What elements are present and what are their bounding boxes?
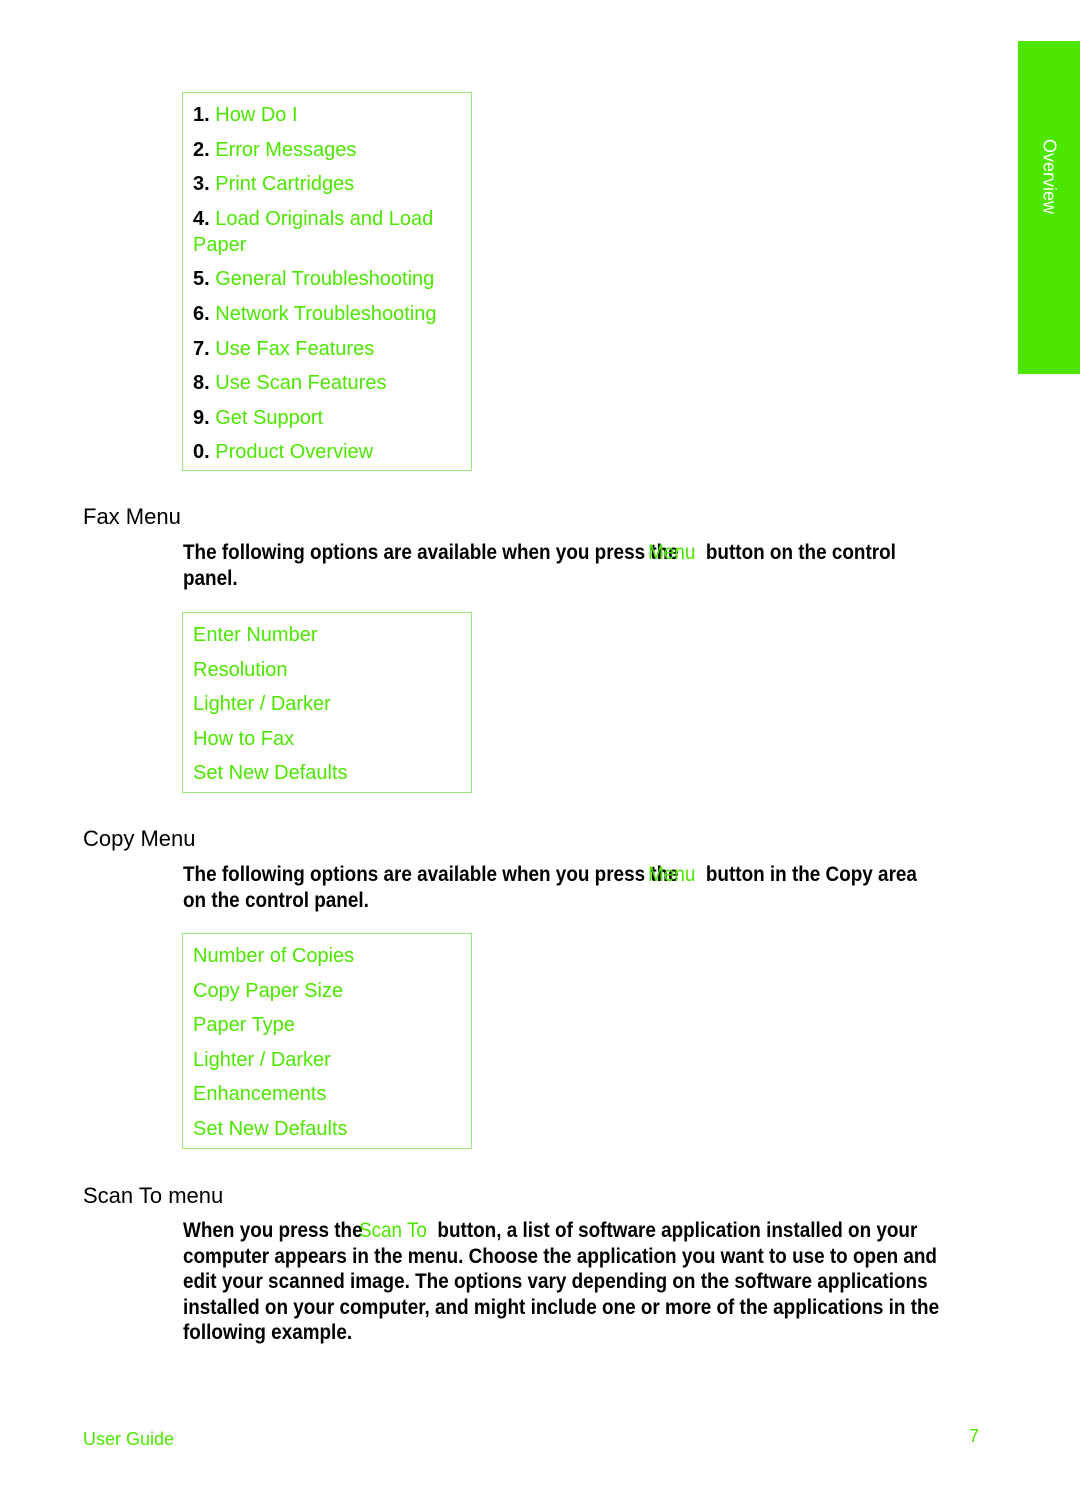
fax-menu-box: Enter Number Resolution Lighter / Darker… xyxy=(182,612,472,793)
link-fax-features[interactable]: Use Fax Features xyxy=(215,338,374,360)
link-network-troubleshooting[interactable]: Network Troubleshooting xyxy=(215,303,436,325)
fax-item-resolution[interactable]: Resolution xyxy=(183,657,471,683)
link-print-cartridges[interactable]: Print Cartridges xyxy=(215,173,354,195)
link-error-messages[interactable]: Error Messages xyxy=(215,139,356,161)
menu-item-fax-features[interactable]: 7. Use Fax Features xyxy=(183,336,471,362)
copy-menu-box: Number of Copies Copy Paper Size Paper T… xyxy=(182,933,472,1149)
scan-menu-description: When you press theScan To button, a list… xyxy=(183,1219,940,1344)
contents-menu-box: 1. How Do I 2. Error Messages 3. Print C… xyxy=(182,92,472,471)
copy-item-paper-size[interactable]: Copy Paper Size xyxy=(183,978,471,1004)
menu-item-product-overview[interactable]: 0. Product Overview xyxy=(183,439,471,465)
menu-item-error-messages[interactable]: 2. Error Messages xyxy=(183,137,471,163)
menu-item-scan-features[interactable]: 8. Use Scan Features xyxy=(183,370,471,396)
fax-menu-description: The following options are available when… xyxy=(183,541,896,590)
scan-to-button-ref: Scan To xyxy=(358,1219,427,1242)
copy-item-enhancements[interactable]: Enhancements xyxy=(183,1081,471,1107)
copy-item-set-new-defaults[interactable]: Set New Defaults xyxy=(183,1116,471,1142)
link-load-originals[interactable]: Load Originals and Load Paper xyxy=(193,208,433,256)
fax-item-set-new-defaults[interactable]: Set New Defaults xyxy=(183,760,471,786)
side-tab-label: Overview xyxy=(1039,138,1060,215)
menu-button-ref: Menu xyxy=(648,541,696,564)
menu-item-how-do-i[interactable]: 1. How Do I xyxy=(183,102,471,128)
link-general-troubleshooting[interactable]: General Troubleshooting xyxy=(215,268,434,290)
link-how-do-i[interactable]: How Do I xyxy=(215,104,297,126)
link-product-overview[interactable]: Product Overview xyxy=(215,441,373,463)
menu-item-network-troubleshooting[interactable]: 6. Network Troubleshooting xyxy=(183,301,471,327)
fax-item-lighter-darker[interactable]: Lighter / Darker xyxy=(183,691,471,717)
copy-item-paper-type[interactable]: Paper Type xyxy=(183,1012,471,1038)
copy-item-number-of-copies[interactable]: Number of Copies xyxy=(183,943,471,969)
fax-item-how-to-fax[interactable]: How to Fax xyxy=(183,726,471,752)
menu-item-print-cartridges[interactable]: 3. Print Cartridges xyxy=(183,171,471,197)
copy-item-lighter-darker[interactable]: Lighter / Darker xyxy=(183,1047,471,1073)
fax-menu-heading: Fax Menu xyxy=(83,504,181,529)
menu-button-ref: Menu xyxy=(648,863,696,886)
chapter-side-tab[interactable]: Overview xyxy=(1018,41,1080,374)
link-get-support[interactable]: Get Support xyxy=(215,407,323,429)
footer-guide-title: User Guide xyxy=(83,1429,175,1449)
page-number: 7 xyxy=(969,1426,980,1446)
menu-item-get-support[interactable]: 9. Get Support xyxy=(183,405,471,431)
menu-item-general-troubleshooting[interactable]: 5. General Troubleshooting xyxy=(183,266,471,292)
copy-menu-description: The following options are available when… xyxy=(183,863,917,912)
scan-menu-heading: Scan To menu xyxy=(83,1183,224,1208)
copy-menu-heading: Copy Menu xyxy=(83,826,196,851)
fax-item-enter-number[interactable]: Enter Number xyxy=(183,622,471,648)
link-scan-features[interactable]: Use Scan Features xyxy=(215,372,386,394)
menu-item-load-originals[interactable]: 4. Load Originals and Load Paper xyxy=(183,206,471,258)
